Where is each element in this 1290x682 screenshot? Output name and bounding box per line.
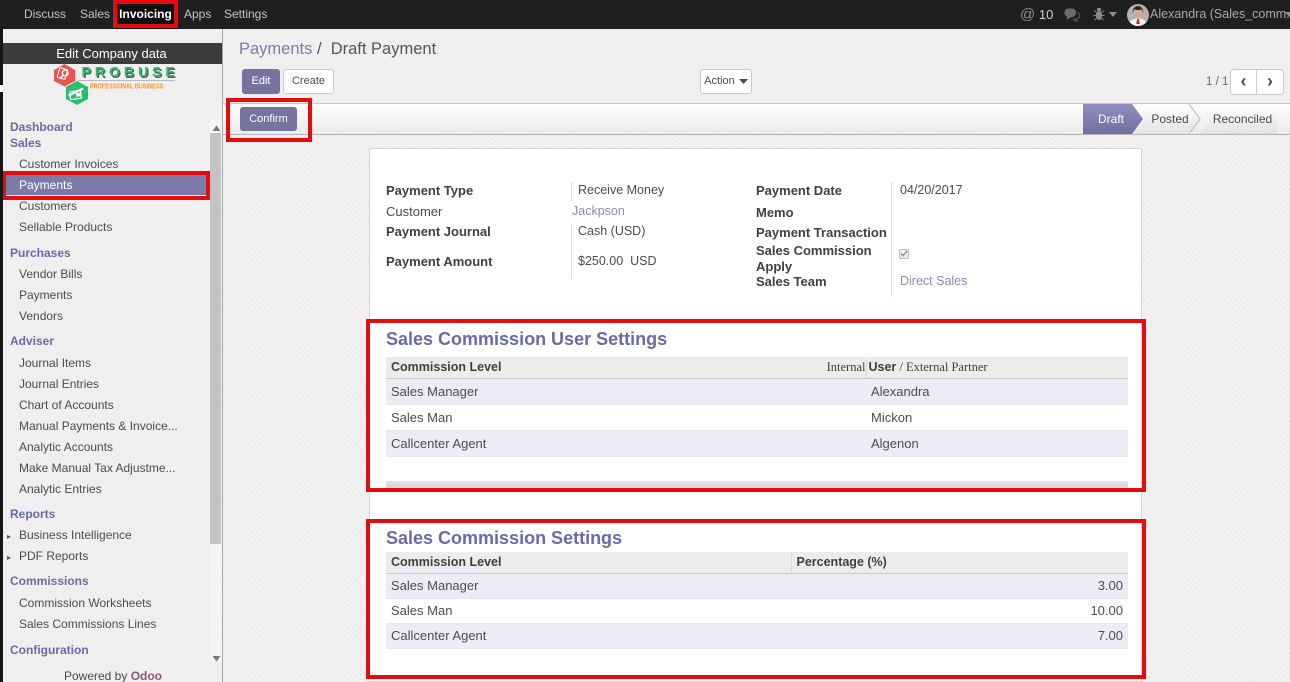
svg-text:PROBUSE: PROBUSE [82,64,179,80]
svg-text:PROFESSIONAL BUSINESS: PROFESSIONAL BUSINESS [90,82,163,91]
